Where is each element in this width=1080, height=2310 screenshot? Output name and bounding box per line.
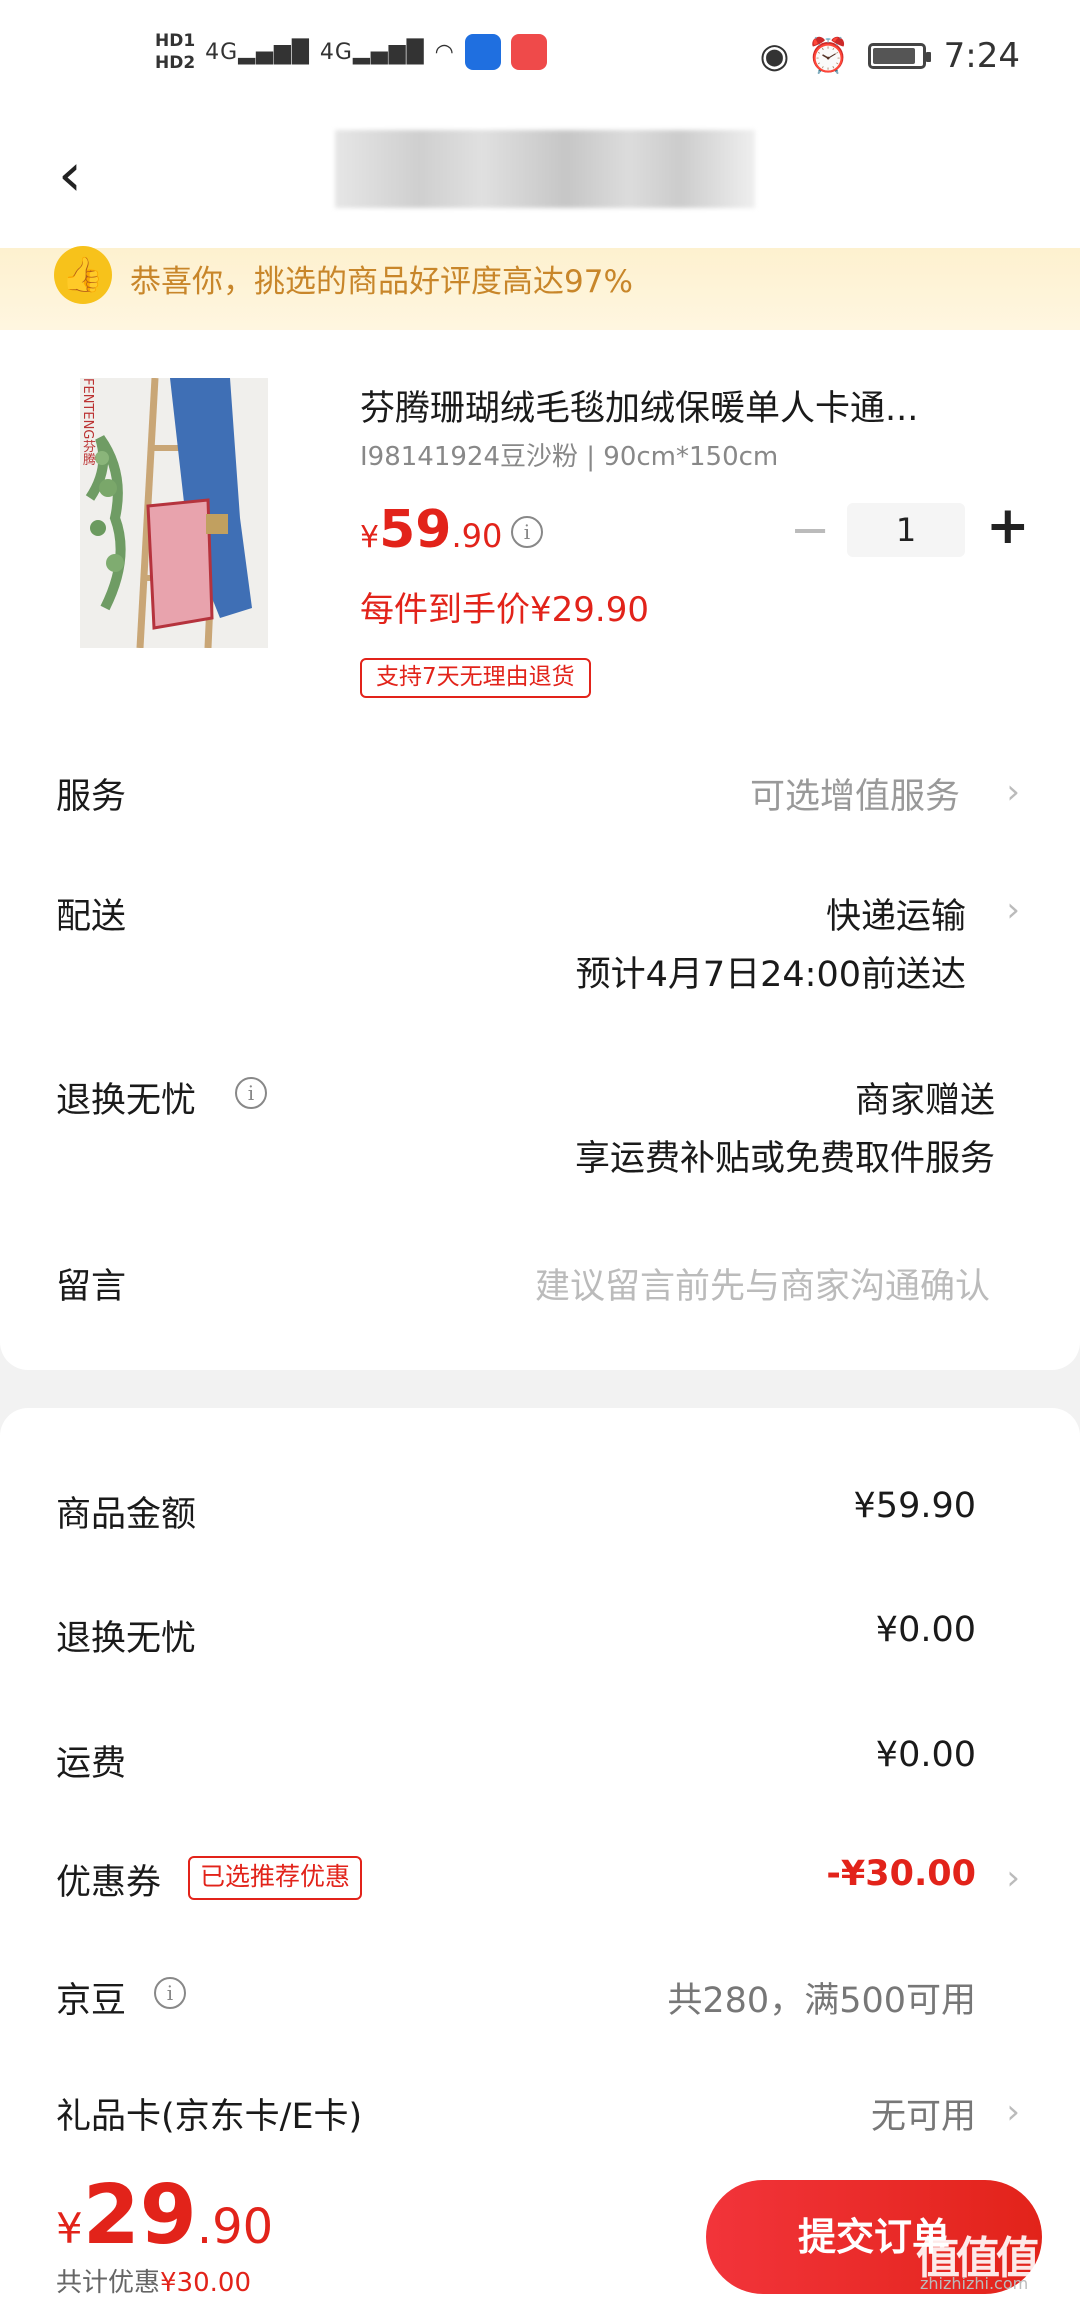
goods-amount-value: ¥59.90 (853, 1486, 976, 1526)
shipping-value: ¥0.00 (875, 1735, 976, 1775)
product-price: ¥59.90 (360, 500, 503, 560)
service-value[interactable]: 可选增值服务 (750, 768, 960, 819)
delivery-eta: 预计4月7日24:00前送达 (575, 955, 966, 995)
coupon-label: 优惠券 (56, 1863, 162, 1903)
returns-fee-value: ¥0.00 (875, 1610, 976, 1650)
quantity-decrease-button[interactable]: − (790, 502, 830, 558)
goods-amount-label: 商品金额 (56, 1495, 197, 1535)
product-title[interactable]: 芬腾珊瑚绒毛毯加绒保暖单人卡通... (360, 380, 918, 431)
battery-icon (867, 43, 931, 69)
returns-value: 商家赠送 (854, 1081, 995, 1121)
clock-time: 7:24 (943, 36, 1020, 76)
service-label: 服务 (56, 777, 127, 817)
delivery-value[interactable]: 快递运输 (826, 888, 966, 939)
status-left: HD1 HD2 4G▂▄▆█ 4G▂▄▆█ ◠ (155, 30, 547, 74)
info-icon[interactable]: i (235, 1077, 267, 1109)
quantity-input[interactable]: 1 (847, 503, 965, 557)
wifi-icon: ◠ (434, 39, 455, 65)
jingdou-label: 京豆 (56, 1981, 127, 2021)
giftcard-value[interactable]: 无可用 (871, 2088, 976, 2139)
brand-watermark: FENTENG芬腾 (80, 378, 95, 466)
coupon-value[interactable]: -¥30.00 (826, 1854, 976, 1894)
product-image[interactable]: FENTENG芬腾 (80, 378, 268, 648)
app-notification-icon (464, 34, 501, 70)
chevron-right-icon[interactable]: › (1006, 772, 1020, 812)
chevron-left-icon[interactable]: ‹ (58, 140, 82, 210)
giftcard-label: 礼品卡(京东卡/E卡) (56, 2097, 363, 2137)
jingdou-value[interactable]: 共280，满500可用 (667, 1972, 976, 2023)
chevron-right-icon[interactable]: › (1006, 1858, 1020, 1898)
praise-text: 恭喜你，挑选的商品好评度高达97% (130, 264, 633, 300)
shipping-label: 运费 (56, 1744, 127, 1784)
message-label: 留言 (56, 1267, 127, 1307)
chevron-right-icon[interactable]: › (1006, 890, 1020, 930)
thumbs-up-icon: 👍 (54, 246, 112, 304)
info-icon[interactable]: i (511, 516, 543, 548)
return-policy-tag: 支持7天无理由退货 (360, 658, 591, 698)
unit-price: 每件到手价¥29.90 (360, 590, 649, 630)
chevron-right-icon[interactable]: › (1006, 2092, 1020, 2132)
product-spec[interactable]: I98141924豆沙粉 | 90cm*150cm (360, 436, 778, 473)
returns-label: 退换无忧 (56, 1081, 197, 1121)
site-watermark-url: zhizhizhi.com (920, 2274, 1029, 2293)
signal-icon: 4G▂▄▆█ (205, 39, 310, 65)
message-input[interactable]: 建议留言前先与商家沟通确认 (535, 1258, 990, 1309)
returns-sub: 享运费补贴或免费取件服务 (574, 1139, 995, 1179)
hd-indicator: HD1 HD2 (155, 31, 196, 73)
quantity-increase-button[interactable]: + (986, 496, 1030, 556)
status-right: ◉ ⏰ 7:24 (760, 36, 1020, 76)
total-price: ¥29.90 (56, 2168, 274, 2263)
alarm-icon: ⏰ (807, 36, 850, 76)
info-icon[interactable]: i (154, 1977, 186, 2009)
page-title-blurred (335, 130, 755, 208)
eye-icon: ◉ (759, 36, 790, 76)
total-saved: 共计优惠¥30.00 (56, 2268, 251, 2298)
signal-icon: 4G▂▄▆█ (319, 39, 425, 65)
app-notification-icon (510, 34, 547, 70)
returns-fee-label: 退换无忧 (56, 1619, 197, 1659)
coupon-selected-tag: 已选推荐优惠 (188, 1856, 363, 1900)
delivery-label: 配送 (56, 897, 127, 937)
